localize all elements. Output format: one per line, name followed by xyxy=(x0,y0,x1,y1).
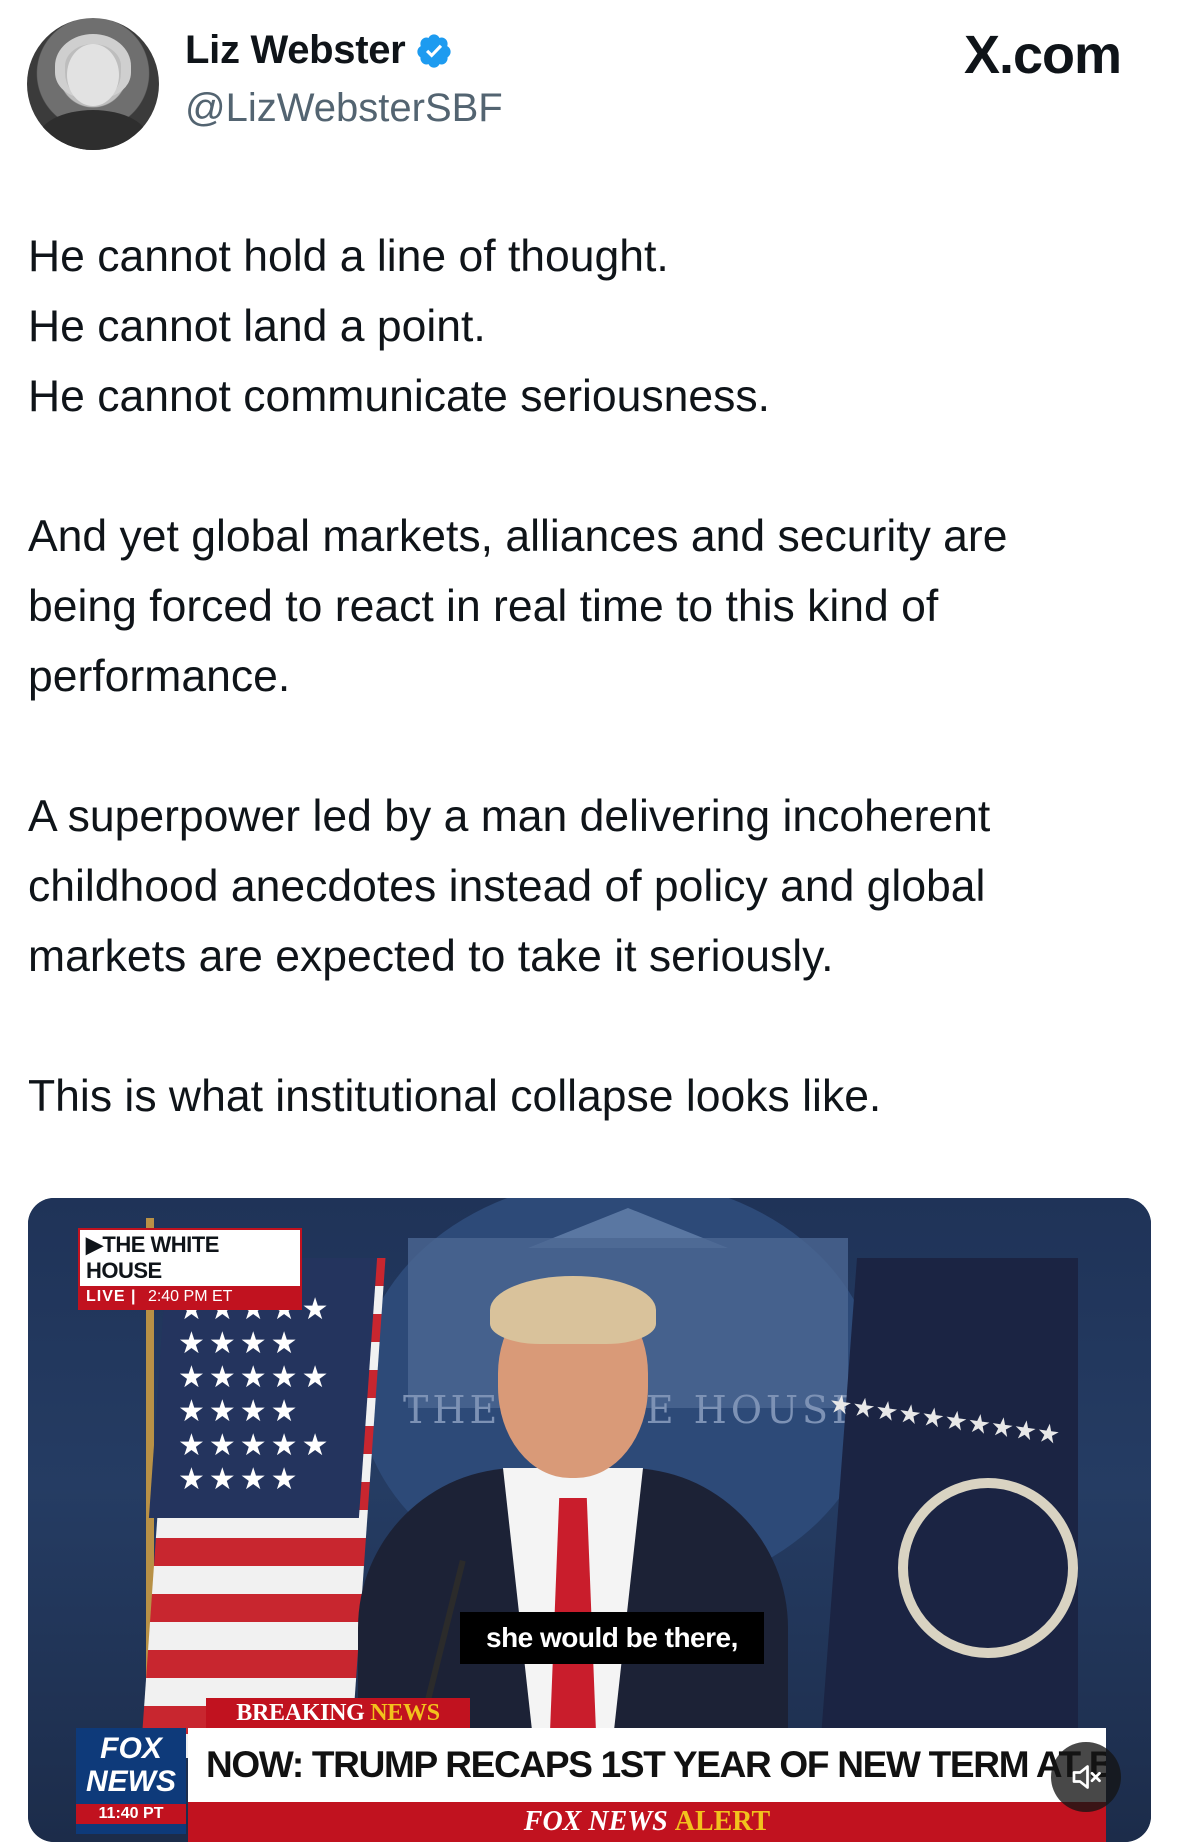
presidential-seal xyxy=(898,1478,1078,1658)
mute-button[interactable] xyxy=(1051,1742,1121,1812)
live-label: LIVE xyxy=(86,1288,126,1305)
live-badge: ▶THE WHITE HOUSE LIVE | 2:40 PM ET xyxy=(78,1228,302,1310)
tweet-line: performance. xyxy=(28,652,291,701)
fox-news-logo: FOX NEWS 11:40 PT xyxy=(76,1728,186,1834)
tweet-line: And yet global markets, alliances and se… xyxy=(28,512,1008,561)
tweet-line: He cannot communicate seriousness. xyxy=(28,372,771,421)
author-handle[interactable]: @LizWebsterSBF xyxy=(185,86,503,131)
video-caption: she would be there, xyxy=(460,1612,764,1664)
avatar[interactable] xyxy=(27,18,159,150)
tweet-line: He cannot hold a line of thought. xyxy=(28,232,669,281)
verified-badge-icon xyxy=(417,33,452,68)
tweet-line: He cannot land a point. xyxy=(28,302,486,351)
brand-watermark: X.com xyxy=(963,25,1122,85)
tweet-line: This is what institutional collapse look… xyxy=(28,1072,882,1121)
news-headline: NOW: TRUMP RECAPS 1ST YEAR OF NEW TERM A… xyxy=(188,1728,1106,1802)
video-player[interactable]: THE WHITE HOUSE ★★★★★ ★★★★ ★★★★★ ★★★★ ★★… xyxy=(28,1198,1151,1842)
tweet-line: A superpower led by a man delivering inc… xyxy=(28,792,991,841)
tweet-line: childhood anecdotes instead of policy an… xyxy=(28,862,986,911)
play-triangle-icon: ▶ xyxy=(86,1232,103,1257)
flag-stars: ★★★★★ ★★★★ ★★★★★ ★★★★ ★★★★★ ★★★★ xyxy=(178,1293,333,1496)
tweet-text: He cannot hold a line of thought. He can… xyxy=(28,222,1158,1132)
breaking-news-tag: BREAKING NEWS xyxy=(206,1698,470,1728)
tweet-line: markets are expected to take it seriousl… xyxy=(28,932,834,981)
mute-icon xyxy=(1072,1765,1101,1789)
author-display-name[interactable]: Liz Webster xyxy=(185,28,406,73)
live-location: THE WHITE HOUSE xyxy=(86,1232,219,1283)
author-name-row: Liz Webster xyxy=(185,28,453,73)
live-time: 2:40 PM ET xyxy=(147,1288,233,1305)
tweet-header: Liz Webster @LizWebsterSBF X.com xyxy=(0,0,1179,170)
alert-bar: FOX NEWS ALERT xyxy=(188,1802,1106,1842)
tweet-line: being forced to react in real time to th… xyxy=(28,582,939,631)
